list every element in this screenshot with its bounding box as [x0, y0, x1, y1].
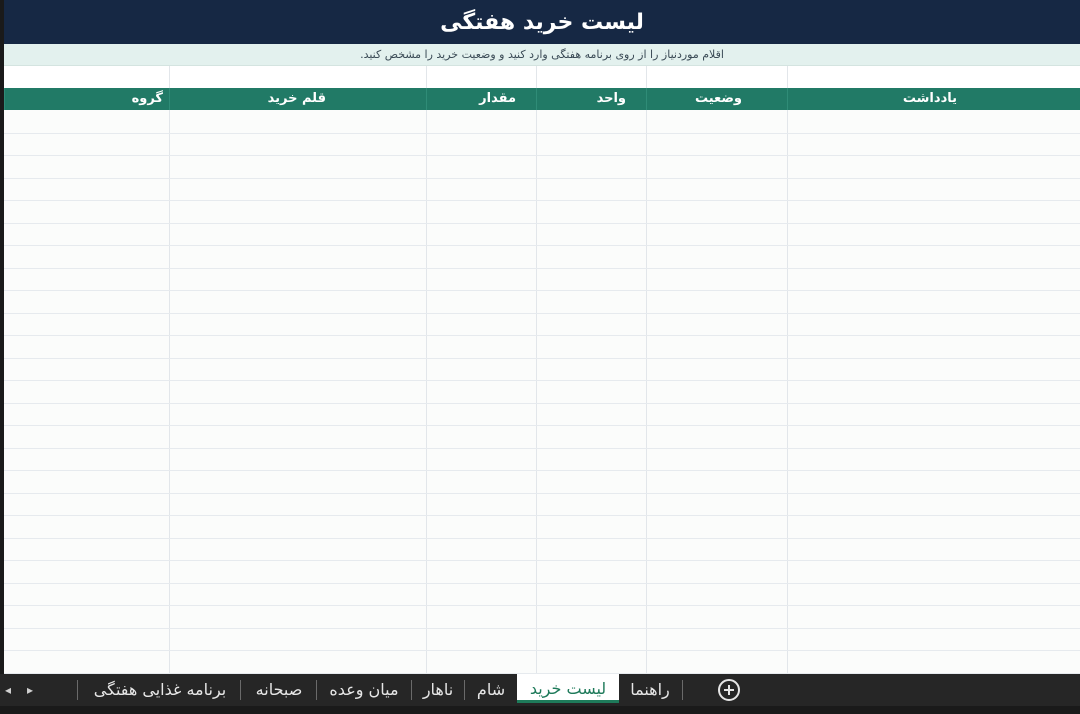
grid-row-line	[4, 245, 1080, 246]
grid-row-line	[4, 628, 1080, 629]
tab-separator	[682, 680, 683, 700]
tab-snack[interactable]: میان وعده	[318, 677, 410, 703]
tab-label: برنامه غذایی هفتگی	[93, 680, 227, 699]
grid-row-line	[4, 178, 1080, 179]
tab-label: راهنما	[630, 680, 670, 699]
tab-breakfast[interactable]: صبحانه	[243, 677, 315, 703]
grid-row-line	[4, 425, 1080, 426]
grid-row-line	[4, 403, 1080, 404]
tab-separator	[316, 680, 317, 700]
tab-shopping-list[interactable]: لیست خرید	[517, 674, 619, 703]
grid-row-line	[4, 448, 1080, 449]
grid-divider	[536, 66, 537, 88]
grid-row-line	[4, 133, 1080, 134]
grid-row-line	[4, 268, 1080, 269]
tab-label: لیست خرید	[529, 679, 607, 698]
sheet-title[interactable]: لیست خرید هفتگی	[4, 0, 1080, 44]
grid-divider	[646, 66, 647, 88]
tab-separator	[240, 680, 241, 700]
grid-divider	[169, 110, 170, 674]
header-status-label: وضعیت	[694, 91, 742, 106]
header-item[interactable]: قلم خرید	[169, 88, 426, 110]
grid-row-line	[4, 200, 1080, 201]
grid-row-line	[4, 313, 1080, 314]
header-group[interactable]: گروه	[4, 88, 169, 110]
grid-row-line	[4, 605, 1080, 606]
tab-guide[interactable]: راهنما	[621, 677, 679, 703]
grid-row-line	[4, 650, 1080, 651]
sheet-subtitle[interactable]: اقلام موردنیاز را از روی برنامه هفتگی وا…	[4, 44, 1080, 66]
prev-sheet-arrow-icon[interactable]: ◂	[0, 677, 16, 703]
header-note[interactable]: یادداشت	[787, 88, 1080, 110]
header-status[interactable]: وضعیت	[646, 88, 787, 110]
tab-label: شام	[476, 680, 506, 699]
header-quantity-label: مقدار	[479, 91, 516, 106]
grid-divider	[426, 66, 427, 88]
grid-row-line	[4, 223, 1080, 224]
grid-row-line	[4, 583, 1080, 584]
grid-row-line	[4, 290, 1080, 291]
tab-label: ناهار	[422, 680, 454, 699]
header-unit-label: واحد	[596, 91, 626, 106]
header-note-label: یادداشت	[902, 91, 957, 106]
header-quantity[interactable]: مقدار	[426, 88, 536, 110]
header-group-label: گروه	[131, 91, 163, 106]
grid-row-line	[4, 380, 1080, 381]
add-sheet-plus-icon[interactable]	[718, 679, 740, 701]
header-unit[interactable]: واحد	[536, 88, 646, 110]
spreadsheet-area: لیست خرید هفتگی اقلام موردنیاز را از روی…	[0, 0, 1080, 674]
table-body[interactable]	[4, 110, 1080, 674]
blank-row[interactable]	[4, 66, 1080, 88]
tab-dinner[interactable]: شام	[466, 677, 516, 703]
tab-separator	[464, 680, 465, 700]
sheet-tab-bar: ◂ ▸ برنامه غذایی هفتگی صبحانه میان وعده …	[0, 674, 1080, 706]
grid-row-line	[4, 335, 1080, 336]
tab-label: صبحانه	[255, 680, 303, 699]
grid-row-line	[4, 493, 1080, 494]
grid-divider	[646, 110, 647, 674]
grid-row-line	[4, 515, 1080, 516]
status-strip	[0, 706, 1080, 714]
grid-row-line	[4, 560, 1080, 561]
grid-row-line	[4, 155, 1080, 156]
grid-row-line	[4, 470, 1080, 471]
grid-row-line	[4, 538, 1080, 539]
sheet-title-text: لیست خرید هفتگی	[440, 9, 644, 35]
tab-lunch[interactable]: ناهار	[413, 677, 463, 703]
tab-separator	[77, 680, 78, 700]
tab-separator	[411, 680, 412, 700]
tab-label: میان وعده	[329, 680, 399, 699]
grid-divider	[536, 110, 537, 674]
grid-row-line	[4, 358, 1080, 359]
grid-divider	[169, 66, 170, 88]
tab-weekly-meal-plan[interactable]: برنامه غذایی هفتگی	[82, 677, 238, 703]
next-sheet-arrow-icon[interactable]: ▸	[22, 677, 38, 703]
grid-divider	[787, 110, 788, 674]
column-header-row: گروه قلم خرید مقدار واحد وضعیت یادداشت	[4, 88, 1080, 110]
sheet-subtitle-text: اقلام موردنیاز را از روی برنامه هفتگی وا…	[360, 48, 724, 61]
header-item-label: قلم خرید	[267, 91, 326, 106]
grid-divider	[426, 110, 427, 674]
grid-divider	[787, 66, 788, 88]
